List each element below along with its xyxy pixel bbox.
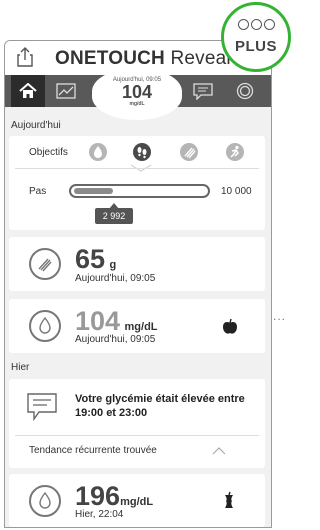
pattern-message: Votre glycémie était élevée entre 19:00 …	[75, 393, 245, 419]
steps-max: 10 000	[221, 186, 252, 197]
plus-badge[interactable]: PLUS	[221, 2, 291, 72]
glucose-today-unit: mg/dL	[124, 321, 158, 333]
tab-home[interactable]	[11, 75, 45, 107]
objectives-label: Objectifs	[29, 147, 68, 158]
apple-core-icon	[225, 491, 233, 508]
runner-icon[interactable]	[226, 143, 244, 161]
section-today-label: Aujourd'hui	[11, 120, 61, 131]
steps-progress-fill	[74, 188, 113, 194]
glucose-yesterday-value: 196	[75, 481, 121, 511]
drop-icon	[29, 310, 61, 342]
more-options-icon[interactable]: ...	[273, 309, 286, 323]
drop-icon[interactable]	[89, 143, 107, 161]
section-yesterday-label: Hier	[11, 362, 30, 373]
glucose-today-time: Aujourd'hui, 09:05	[75, 334, 156, 345]
latest-glucose-bubble[interactable]: Aujourd'hui, 09:05 104 mg/dL	[92, 68, 182, 120]
home-icon	[19, 83, 37, 98]
steps-value: 2 992	[102, 211, 126, 221]
carbs-unit: g	[109, 259, 117, 271]
message-icon	[27, 393, 57, 421]
plus-label: PLUS	[234, 38, 277, 55]
footsteps-icon[interactable]	[133, 143, 151, 161]
steps-progress-bar	[69, 184, 210, 198]
message-icon	[193, 82, 213, 100]
carbs-time: Aujourd'hui, 09:05	[75, 273, 156, 284]
objectives-divider	[15, 168, 259, 169]
share-icon[interactable]	[17, 47, 33, 67]
objectives-card: Objectifs Pas 10 000 2 992	[9, 136, 265, 230]
fork-icon	[29, 248, 61, 280]
latest-reading-value: 104	[121, 82, 153, 102]
ring-icon	[236, 82, 254, 100]
plus-dots-icon	[224, 19, 288, 33]
tab-chart[interactable]	[49, 75, 83, 107]
fork-icon[interactable]	[180, 143, 198, 161]
tooltip-arrow	[109, 203, 119, 209]
app-window: ONETOUCH Reveal®	[4, 40, 272, 528]
glucose-yesterday-time: Hier, 22:04	[75, 509, 124, 520]
latest-reading-unit: mg/dL	[129, 101, 145, 107]
brand-logo: ONETOUCH Reveal®	[55, 48, 237, 69]
chart-icon	[56, 83, 76, 99]
steps-value-tooltip: 2 992	[95, 208, 133, 224]
trend-label[interactable]: Tendance récurrente trouvée	[29, 445, 157, 456]
glucose-yesterday-unit: mg/dL	[120, 496, 154, 508]
glucose-today-value: 104	[75, 306, 121, 336]
glucose-card-yesterday[interactable]: 196mg/dL Hier, 22:04	[9, 474, 265, 527]
tab-messages[interactable]	[186, 75, 220, 107]
pattern-message-card[interactable]: Votre glycémie était élevée entre 19:00 …	[9, 379, 265, 468]
carbs-value: 65	[75, 244, 106, 274]
drop-icon	[29, 485, 61, 517]
apple-icon	[223, 318, 237, 334]
tab-settings[interactable]	[228, 75, 262, 107]
steps-label: Pas	[29, 186, 47, 197]
chevron-up-icon[interactable]	[212, 447, 226, 455]
glucose-card-today[interactable]: 104 mg/dL Aujourd'hui, 09:05	[9, 299, 265, 353]
carbs-card[interactable]: 65 g Aujourd'hui, 09:05	[9, 237, 265, 291]
pattern-divider	[15, 435, 259, 436]
